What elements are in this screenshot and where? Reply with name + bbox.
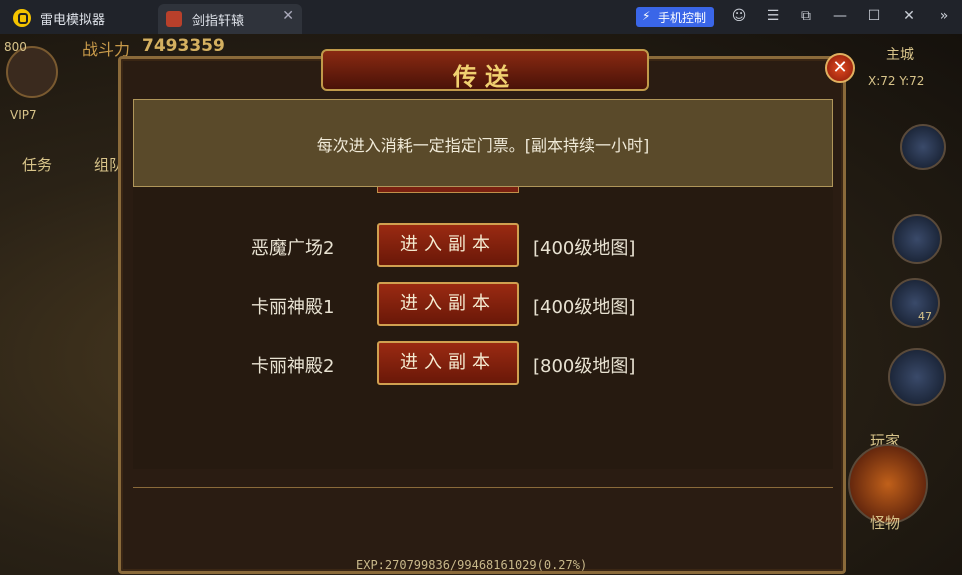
emulator-titlebar: 雷电模拟器 剑指轩辕 ✕ ⚡ 手机控制 ☺ ☰ ⧉ — ☐ ✕ »: [0, 0, 962, 34]
phone-control-button[interactable]: ⚡ 手机控制: [636, 7, 714, 27]
skill-count: 47: [918, 310, 932, 323]
phone-control-label: 手机控制: [658, 11, 707, 25]
exp-bar-text: EXP:270799836/99468161029(0.27%): [356, 558, 588, 572]
armor-skill-icon[interactable]: [900, 124, 946, 170]
notice-text: 每次进入消耗一定指定门票。[副本持续一小时]: [316, 136, 650, 155]
dialog-divider: [133, 487, 833, 488]
game-viewport[interactable]: 800 战斗力 7493359 VIP7 任务 组队 主城 X:72 Y:72 …: [0, 34, 962, 575]
dialog-header: 传送: [321, 49, 649, 91]
dungeon-level: [400级地图]: [533, 238, 636, 259]
list-item: 卡丽神殿2 进入副本 [800级地图]: [133, 341, 833, 387]
scrolled-button-edge: [377, 187, 519, 193]
dungeon-level: [800级地图]: [533, 356, 636, 377]
tab-game[interactable]: 剑指轩辕 ✕: [158, 4, 302, 34]
teleport-dialog: 传送 ✕ 每次进入消耗一定指定门票。[副本持续一小时] 恶魔广场2 进入副本 […: [118, 49, 855, 574]
tab-close-icon[interactable]: ✕: [282, 8, 294, 24]
dungeon-list[interactable]: 恶魔广场2 进入副本 [400级地图] 卡丽神殿1 进入副本 [400级地图] …: [133, 187, 833, 469]
map-coords: X:72 Y:72: [868, 74, 925, 88]
game-tab-icon: [166, 11, 182, 27]
dungeon-name: 卡丽神殿2: [251, 356, 335, 377]
map-name: 主城: [886, 47, 914, 63]
dialog-close-button[interactable]: ✕: [825, 53, 855, 83]
emulator-logo-icon: [13, 9, 31, 27]
monster-label[interactable]: 怪物: [870, 512, 900, 533]
sidebar-toggle-icon[interactable]: »: [936, 8, 952, 24]
notice-panel: 每次进入消耗一定指定门票。[副本持续一小时]: [133, 99, 833, 187]
return-skill-icon[interactable]: [890, 278, 940, 328]
magic-skill-icon[interactable]: [888, 348, 946, 406]
dungeon-name: 卡丽神殿1: [251, 297, 335, 318]
dialog-title: 传送: [453, 62, 517, 91]
player-level: 800: [4, 40, 27, 54]
vip-badge[interactable]: VIP7: [10, 108, 37, 122]
lightning-icon: ⚡: [642, 9, 651, 23]
enter-dungeon-button[interactable]: 进入副本: [377, 341, 519, 385]
maximize-icon[interactable]: ☐: [866, 8, 882, 24]
enter-dungeon-button[interactable]: 进入副本: [377, 282, 519, 326]
list-item: 卡丽神殿1 进入副本 [400级地图]: [133, 282, 833, 328]
task-tab[interactable]: 任务: [22, 154, 52, 175]
dungeon-level: [400级地图]: [533, 297, 636, 318]
account-icon[interactable]: ☺: [731, 8, 747, 24]
menu-icon[interactable]: ☰: [765, 8, 781, 24]
screenshot-icon[interactable]: ⧉: [798, 8, 814, 24]
auto-battle-icon[interactable]: [892, 214, 942, 264]
list-item: 恶魔广场2 进入副本 [400级地图]: [133, 223, 833, 269]
minimize-icon[interactable]: —: [832, 8, 848, 24]
enter-dungeon-button[interactable]: 进入副本: [377, 223, 519, 267]
power-value: 7493359: [142, 36, 225, 56]
tab-label: 剑指轩辕: [192, 14, 245, 29]
close-window-icon[interactable]: ✕: [901, 8, 917, 24]
app-title: 雷电模拟器: [40, 13, 106, 28]
dungeon-name: 恶魔广场2: [251, 238, 335, 259]
